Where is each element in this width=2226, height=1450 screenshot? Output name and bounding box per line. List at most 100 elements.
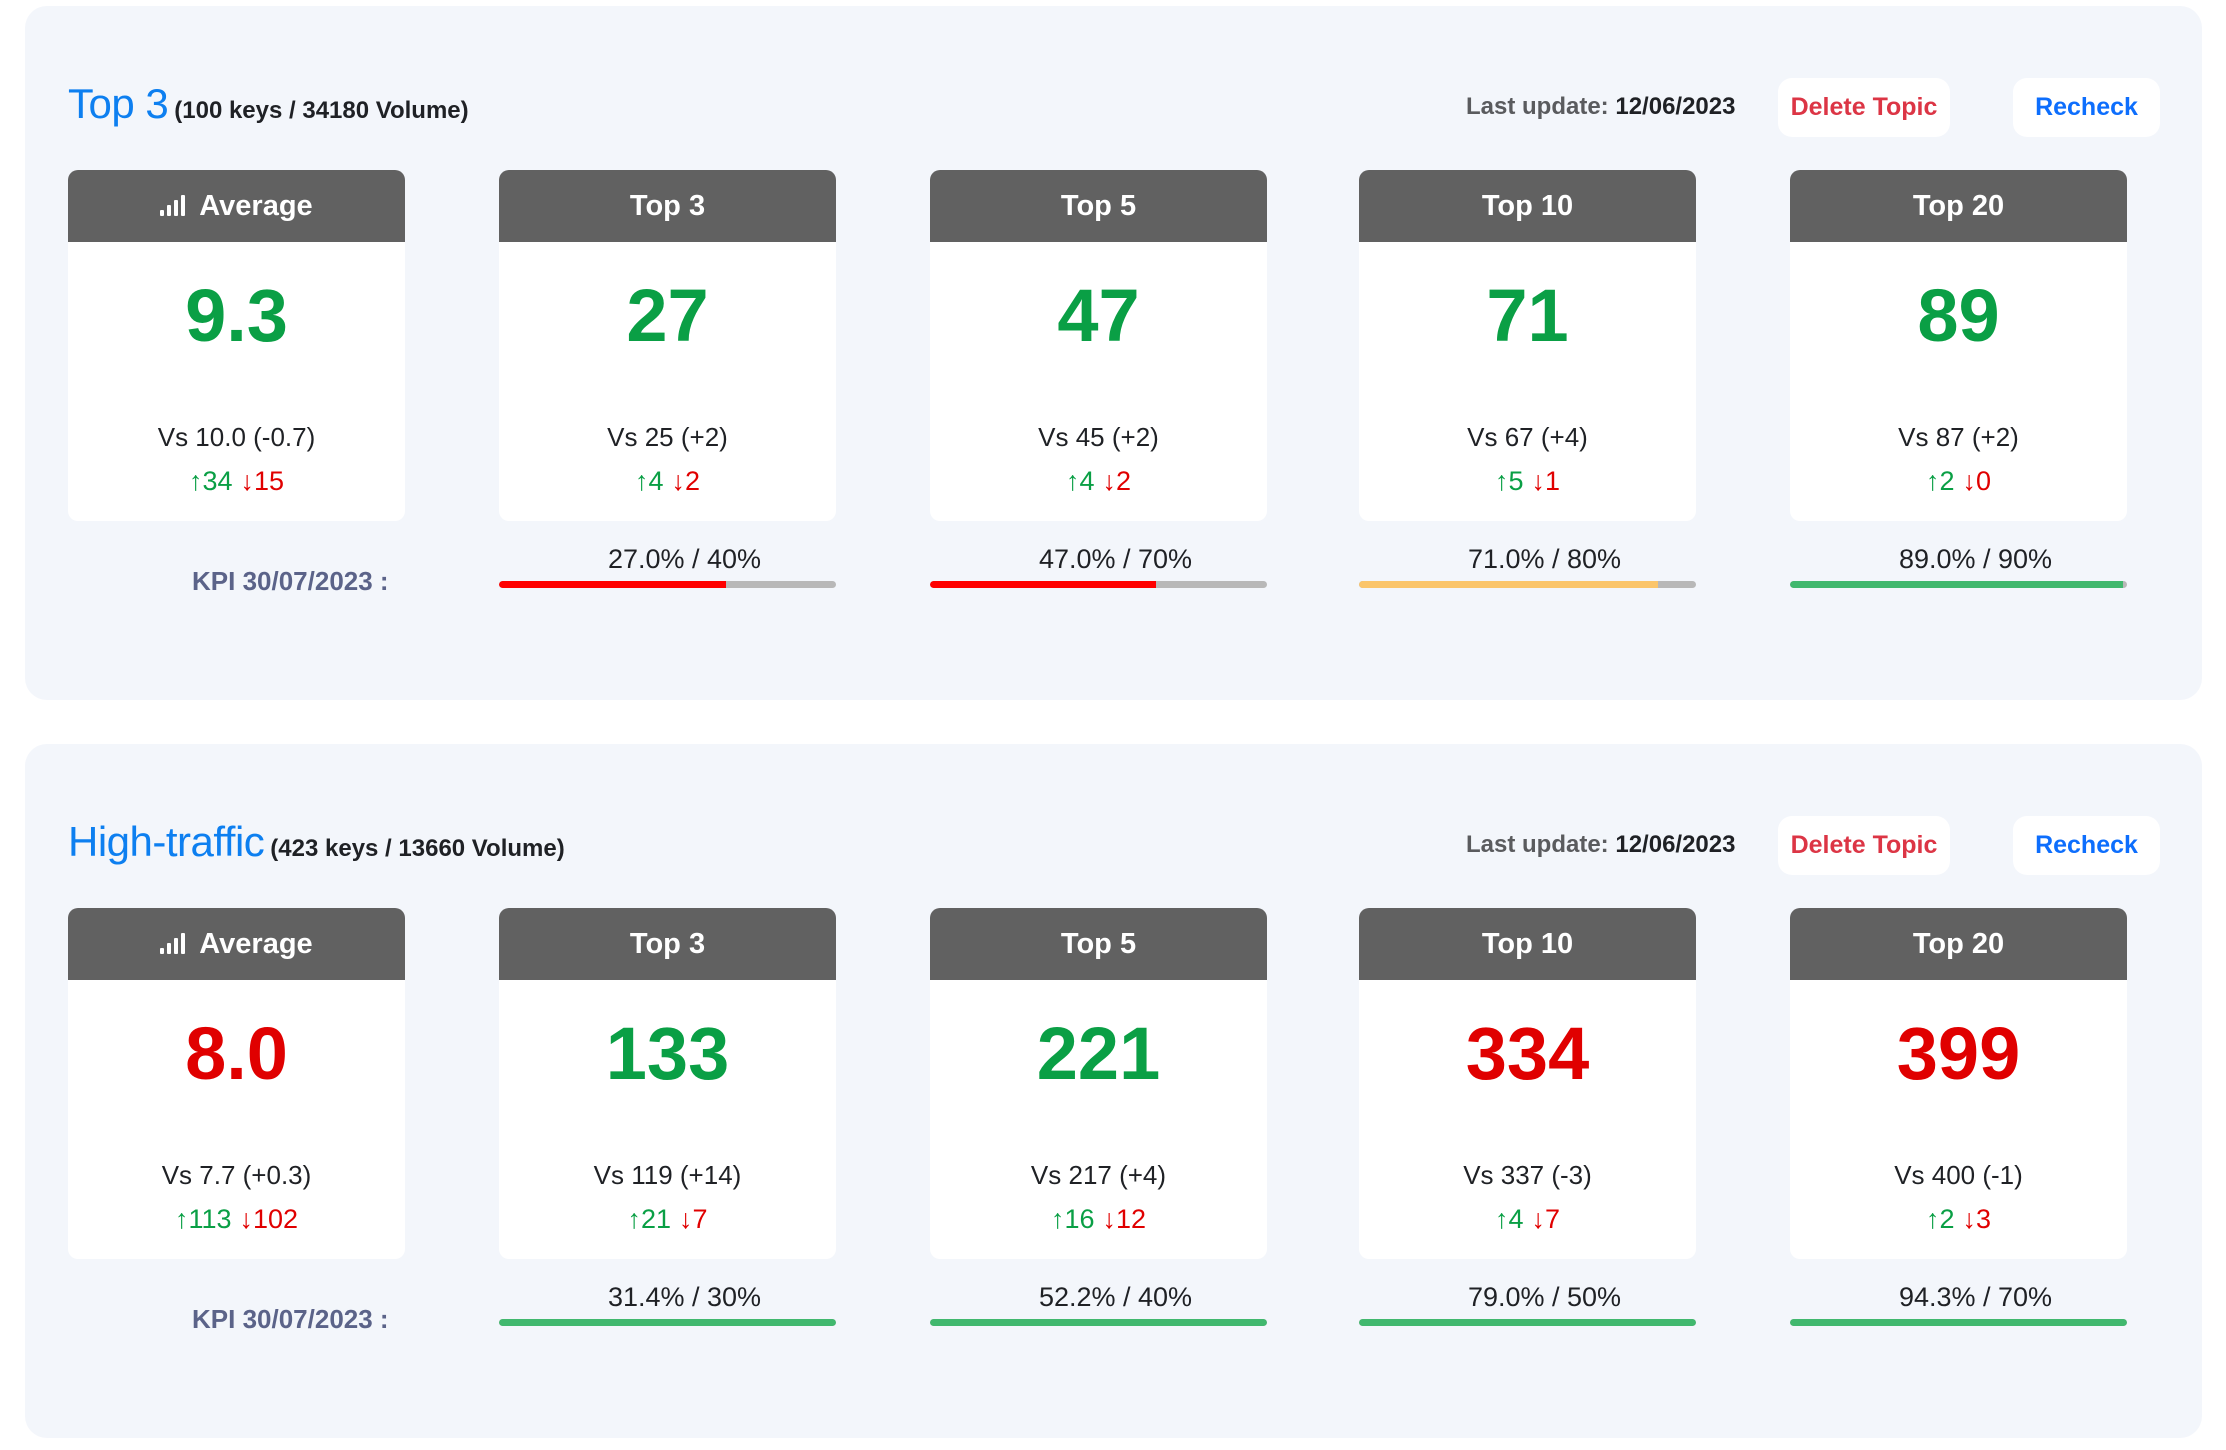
kpi-progress-fill [499, 1319, 836, 1326]
last-update: Last update: 12/06/2023 [1466, 93, 1735, 121]
topic-title: Top 3 [68, 80, 169, 127]
metric-card-header: Top 20 [1790, 170, 2127, 242]
metric-movements: ↑2 ↓0 [1790, 466, 2127, 496]
kpi-progress-track [1359, 581, 1696, 588]
metric-card: Average 8.0 Vs 7.7 (+0.3) ↑113 ↓102 [68, 908, 405, 1259]
kpi-label: KPI 30/07/2023 : [192, 566, 389, 596]
metric-card-title: Top 10 [1481, 189, 1574, 222]
kpi-progress-track [499, 1319, 836, 1326]
metric-value: 71 [1486, 274, 1569, 357]
metric-card-header: Top 3 [499, 908, 836, 980]
topic-summary: (423 keys / 13660 Volume) [270, 835, 565, 862]
metric-comparison: Vs 87 (+2) [1898, 422, 2019, 452]
moved-down-count: ↓3 [1962, 1204, 1992, 1234]
kpi-progress-text: 71.0% / 80% [1467, 544, 1622, 574]
kpi-progress-text: 94.3% / 70% [1898, 1282, 2053, 1312]
kpi-progress-track [930, 1319, 1267, 1326]
kpi-progress-text: 27.0% / 40% [607, 544, 762, 574]
kpi-progress-track [1359, 1319, 1696, 1326]
moved-up-count: ↑2 [1925, 466, 1955, 496]
metric-card-title: Top 20 [1912, 927, 2005, 960]
metric-movements: ↑2 ↓3 [1790, 1204, 2127, 1234]
kpi-progress-fill [1790, 581, 2124, 588]
moved-up-count: ↑21 [627, 1204, 671, 1234]
metric-value: 399 [1896, 1012, 2021, 1095]
topic-title-row: High-traffic (423 keys / 13660 Volume) [68, 818, 565, 866]
metric-card-title: Top 10 [1481, 927, 1574, 960]
moved-down-count: ↓2 [1102, 466, 1132, 496]
metric-card-title: Top 5 [1060, 189, 1137, 222]
metric-comparison: Vs 45 (+2) [1038, 422, 1159, 452]
moved-up-count: ↑16 [1050, 1204, 1095, 1234]
metric-card-title: Top 20 [1912, 189, 2005, 222]
metric-card-header: Top 5 [930, 908, 1267, 980]
moved-up-count: ↑4 [1065, 466, 1095, 496]
recheck-button[interactable]: Recheck [2013, 78, 2160, 137]
kpi-progress-fill [499, 581, 727, 588]
metric-movements: ↑4 ↓7 [1359, 1204, 1696, 1234]
metric-card-header: Top 20 [1790, 908, 2127, 980]
signal-bars-icon [160, 933, 186, 954]
kpi-progress: 79.0% / 50% [1359, 1282, 1696, 1326]
delete-topic-button[interactable]: Delete Topic [1778, 816, 1950, 875]
metric-movements: ↑34 ↓15 [68, 466, 405, 496]
metric-card-header: Average [68, 170, 405, 242]
metric-card-header: Top 5 [930, 170, 1267, 242]
kpi-progress-fill [930, 1319, 1267, 1326]
kpi-progress: 89.0% / 90% [1790, 544, 2127, 588]
delete-topic-button[interactable]: Delete Topic [1778, 78, 1950, 137]
moved-up-count: ↑113 [174, 1204, 232, 1234]
signal-bars-icon [160, 195, 186, 216]
metric-card: Top 3 133 Vs 119 (+14) ↑21 ↓7 [499, 908, 836, 1259]
kpi-progress: 47.0% / 70% [930, 544, 1267, 588]
metric-card-title: Top 3 [629, 927, 706, 960]
kpi-progress: 71.0% / 80% [1359, 544, 1696, 588]
metric-card-header: Average [68, 908, 405, 980]
topic-section: High-traffic (423 keys / 13660 Volume) La… [25, 744, 2202, 1438]
recheck-button[interactable]: Recheck [2013, 816, 2160, 875]
metric-card-header: Top 10 [1359, 170, 1696, 242]
metric-movements: ↑113 ↓102 [68, 1204, 405, 1234]
kpi-progress-text: 79.0% / 50% [1467, 1282, 1622, 1312]
moved-up-count: ↑2 [1925, 1204, 1955, 1234]
metric-value: 8.0 [185, 1012, 288, 1095]
kpi-progress-fill [1359, 1319, 1696, 1326]
metric-value: 47 [1057, 274, 1140, 357]
kpi-progress: 27.0% / 40% [499, 544, 836, 588]
kpi-progress: 52.2% / 40% [930, 1282, 1267, 1326]
moved-down-count: ↓102 [239, 1204, 299, 1234]
last-update-label: Last update: [1466, 831, 1609, 858]
metric-value: 221 [1036, 1012, 1161, 1095]
moved-down-count: ↓2 [671, 466, 701, 496]
metric-comparison: Vs 10.0 (-0.7) [157, 422, 316, 452]
moved-down-count: ↓7 [1531, 1204, 1561, 1234]
metric-card-title: Top 3 [629, 189, 706, 222]
metric-movements: ↑21 ↓7 [499, 1204, 836, 1234]
last-update-label: Last update: [1466, 93, 1609, 120]
kpi-progress-text: 89.0% / 90% [1898, 544, 2053, 574]
metric-comparison: Vs 25 (+2) [607, 422, 728, 452]
metric-comparison: Vs 7.7 (+0.3) [161, 1160, 312, 1190]
metric-comparison: Vs 67 (+4) [1467, 422, 1588, 452]
metric-card: Average 9.3 Vs 10.0 (-0.7) ↑34 ↓15 [68, 170, 405, 521]
metric-movements: ↑4 ↓2 [930, 466, 1267, 496]
kpi-progress-fill [1359, 581, 1659, 588]
metric-value: 334 [1465, 1012, 1590, 1095]
metric-card: Top 10 71 Vs 67 (+4) ↑5 ↓1 [1359, 170, 1696, 521]
moved-up-count: ↑4 [1494, 1204, 1524, 1234]
metric-movements: ↑5 ↓1 [1359, 466, 1696, 496]
metric-comparison: Vs 337 (-3) [1463, 1160, 1592, 1190]
metric-value: 133 [605, 1012, 730, 1095]
metric-movements: ↑4 ↓2 [499, 466, 836, 496]
kpi-progress-text: 52.2% / 40% [1038, 1282, 1193, 1312]
metric-card-header: Top 3 [499, 170, 836, 242]
metric-card: Top 20 399 Vs 400 (-1) ↑2 ↓3 [1790, 908, 2127, 1259]
last-update-value: 12/06/2023 [1615, 93, 1736, 120]
kpi-progress-track [499, 581, 836, 588]
kpi-progress-fill [1790, 1319, 2127, 1326]
metric-movements: ↑16 ↓12 [930, 1204, 1267, 1234]
moved-up-count: ↑4 [634, 466, 664, 496]
metric-card-header: Top 10 [1359, 908, 1696, 980]
kpi-progress-track [1790, 581, 2127, 588]
moved-down-count: ↓0 [1962, 466, 1992, 496]
